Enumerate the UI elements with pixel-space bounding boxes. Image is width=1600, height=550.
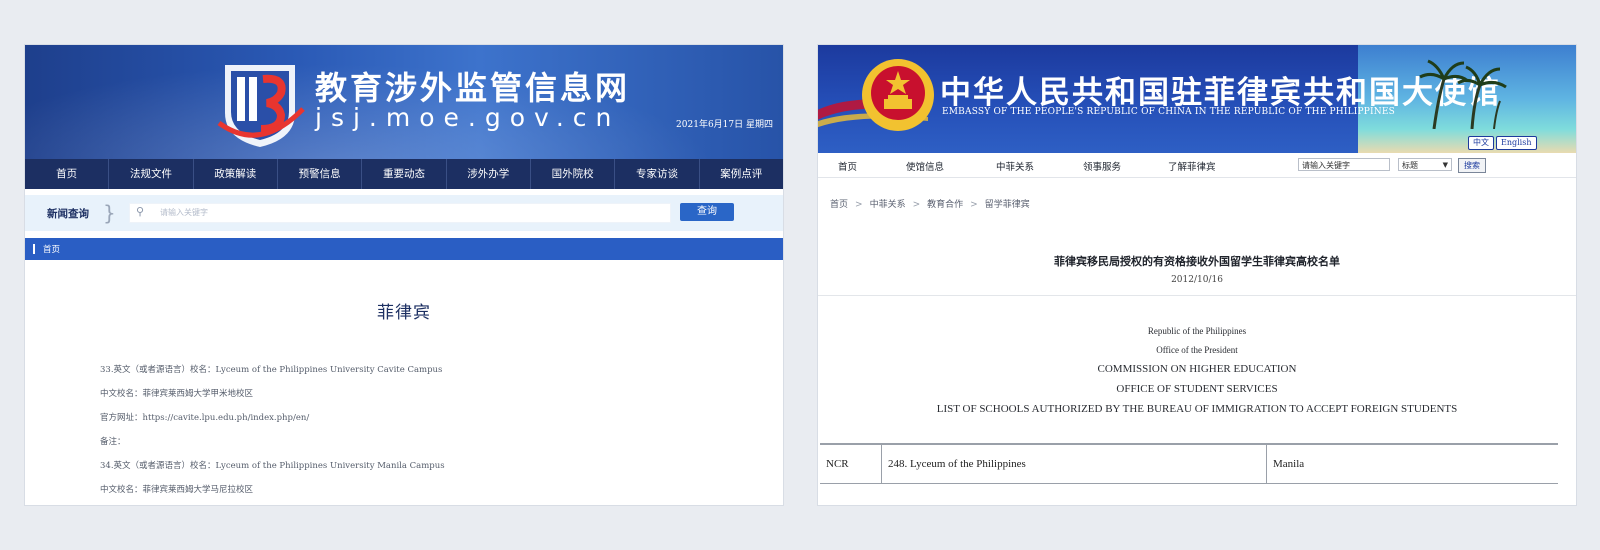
breadcrumb-home-link[interactable]: 首页 [43,243,60,255]
lang-english-button[interactable]: English [1496,136,1537,150]
site-banner: 教育涉外监管信息网 jsj.moe.gov.cn 2021年6月17日 星期四 [25,45,783,159]
school-list: 33.英文（或者源语言）校名：Lyceum of the Philippines… [100,363,740,505]
header-date: 2021年6月17日 星期四 [676,120,773,130]
breadcrumb-separator-icon: > [912,200,921,210]
moe-logo-icon [217,65,305,147]
page-title: 菲律宾 [377,303,431,323]
chevron-down-icon: ▼ [1442,161,1448,169]
brace-divider-icon: } [103,201,116,225]
divider [818,295,1576,296]
list-item: 中文校名：菲律宾莱西姆大学甲米地校区 [100,389,254,399]
lang-chinese-button[interactable]: 中文 [1468,136,1494,150]
nav-policy-interpretation[interactable]: 政策解读 [194,159,278,189]
nav-home[interactable]: 首页 [838,159,857,173]
breadcrumb-education[interactable]: 教育合作 [927,200,963,210]
letterhead-line: LIST OF SCHOOLS AUTHORIZED BY THE BUREAU… [936,403,1458,415]
keyword-search-input[interactable]: 请输入关键字 [1298,158,1390,171]
table-cell-school: 248. Lyceum of the Philippines [882,445,1267,483]
nav-china-philippines-relations[interactable]: 中菲关系 [996,159,1034,173]
table-cell-region: NCR [820,445,882,483]
list-item: 中文校名：菲律宾莱西姆大学马尼拉校区 [100,485,254,495]
document-date: 2012/10/16 [1171,275,1223,285]
search-placeholder: 请输入关键字 [160,208,208,217]
breadcrumb: 首页 > 中菲关系 > 教育合作 > 留学菲律宾 [830,197,1030,210]
letterhead-line: Office of the President [1156,345,1238,355]
nav-regulations[interactable]: 法规文件 [109,159,194,189]
letterhead-line: OFFICE OF STUDENT SERVICES [1116,383,1278,395]
search-scope-value: 标题 [1402,161,1418,170]
nav-foreign-education[interactable]: 涉外办学 [447,159,531,189]
nav-news[interactable]: 重要动态 [362,159,447,189]
letterhead-line: Republic of the Philippines [1147,326,1247,336]
breadcrumb-marker-icon [33,244,35,254]
table-cell-city: Manila [1273,458,1305,470]
embassy-nav: 首页 使馆信息 中菲关系 领事服务 了解菲律宾 请输入关键字 标题 ▼ 搜索 [818,153,1576,178]
list-item: 34.英文（或者源语言）校名：Lyceum of the Philippines… [100,461,445,471]
nav-warnings[interactable]: 预警信息 [278,159,363,189]
list-item: 33.英文（或者源语言）校名：Lyceum of the Philippines… [100,365,443,375]
search-icon: ⚲ [136,205,145,218]
moe-website-screenshot: 教育涉外监管信息网 jsj.moe.gov.cn 2021年6月17日 星期四 … [25,45,783,505]
nav-embassy-info[interactable]: 使馆信息 [906,159,944,173]
nav-case-reviews[interactable]: 案例点评 [700,159,783,189]
nav-expert-interviews[interactable]: 专家访谈 [615,159,700,189]
letterhead-line: COMMISSION ON HIGHER EDUCATION [1097,363,1297,375]
breadcrumb-relations[interactable]: 中菲关系 [870,200,906,210]
document-title: 菲律宾移民局授权的有资格接收外国留学生菲律宾高校名单 [1054,255,1340,268]
palm-trees-icon [1419,59,1507,129]
nav-foreign-schools[interactable]: 国外院校 [531,159,616,189]
list-item: 官方网址：https://cavite.lpu.edu.ph/index.php… [100,413,310,423]
nav-consular-services[interactable]: 领事服务 [1083,159,1121,173]
national-emblem-icon [862,59,934,131]
embassy-subtitle: EMBASSY OF THE PEOPLE'S REPUBLIC OF CHIN… [942,107,1396,117]
list-item: 备注： [100,437,126,447]
search-label: 新闻查询 [47,208,89,220]
breadcrumb-separator-icon: > [855,200,863,210]
search-button[interactable]: 搜索 [1458,158,1486,173]
search-scope-select[interactable]: 标题 ▼ [1398,158,1452,171]
search-input[interactable]: ⚲ 请输入关键字 [129,203,671,223]
breadcrumb-home[interactable]: 首页 [830,200,848,210]
site-domain: jsj.moe.gov.cn [315,103,621,132]
nav-home[interactable]: 首页 [25,159,110,189]
search-button[interactable]: 查询 [680,203,734,221]
breadcrumb-separator-icon: > [970,200,978,210]
nav-about-philippines[interactable]: 了解菲律宾 [1168,159,1216,173]
breadcrumb: 首页 [25,238,783,260]
embassy-banner: 中华人民共和国驻菲律宾共和国大使馆 EMBASSY OF THE PEOPLE'… [818,45,1576,153]
breadcrumb-study-abroad[interactable]: 留学菲律宾 [985,200,1030,210]
embassy-website-screenshot: 中华人民共和国驻菲律宾共和国大使馆 EMBASSY OF THE PEOPLE'… [818,45,1576,505]
news-search-bar: 新闻查询 } ⚲ 请输入关键字 查询 [25,195,783,231]
school-table: NCR 248. Lyceum of the Philippines Manil… [820,443,1558,484]
main-nav: 首页 法规文件 政策解读 预警信息 重要动态 涉外办学 国外院校 专家访谈 案例… [25,159,783,189]
